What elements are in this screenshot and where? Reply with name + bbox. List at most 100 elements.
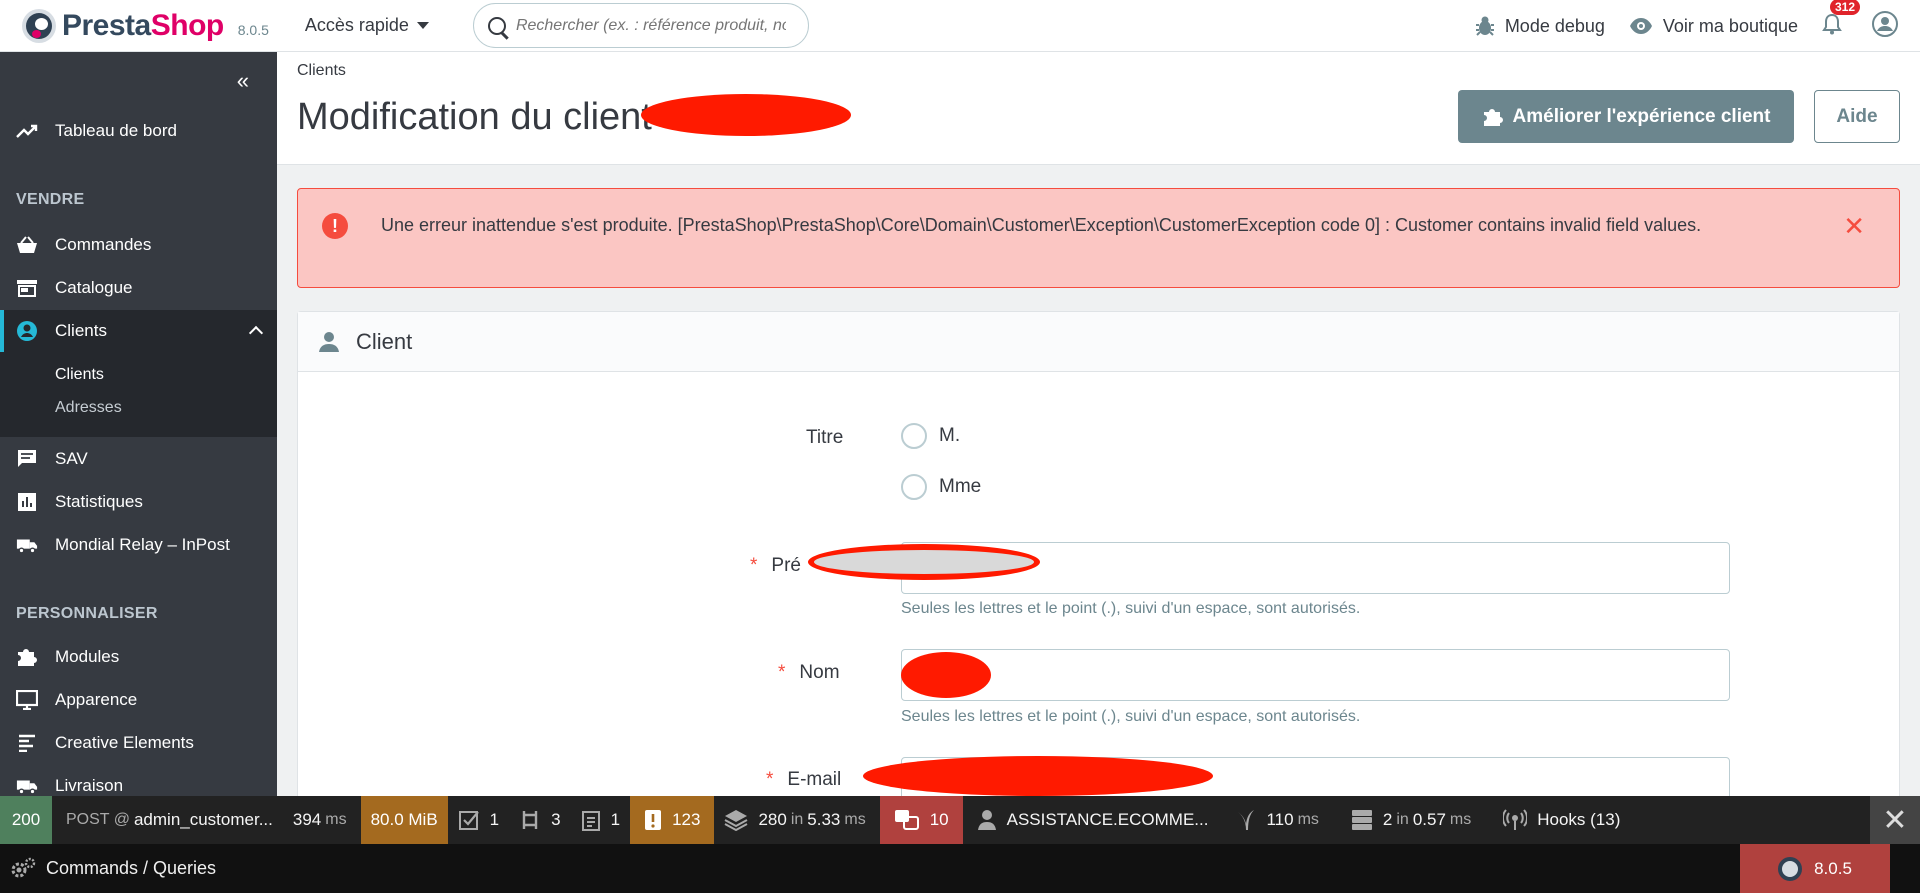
sidebar-item-appearance[interactable]: Apparence xyxy=(0,679,277,721)
translations-panel[interactable]: 10 xyxy=(879,796,963,844)
email-label: * E-mail xyxy=(766,769,842,790)
title-radio-mrs[interactable]: Mme xyxy=(901,474,981,500)
prestashop-puffin-icon xyxy=(22,8,56,43)
help-button[interactable]: Aide xyxy=(1814,90,1900,143)
puzzle-icon xyxy=(1483,108,1503,126)
account-icon xyxy=(1872,10,1898,37)
http-status-badge[interactable]: 200 xyxy=(0,796,52,844)
translation-icon xyxy=(894,810,919,830)
sidebar-item-orders[interactable]: Commandes xyxy=(0,224,277,266)
text-align-icon xyxy=(16,732,38,754)
error-icon: ! xyxy=(322,213,348,239)
clipboard-icon xyxy=(581,811,600,831)
sidebar: « Tableau de bord VENDRE Commandes Catal… xyxy=(0,52,277,796)
sidebar-item-mondial-relay[interactable]: Mondial Relay – InPost xyxy=(0,524,277,566)
sidebar-item-modules[interactable]: Modules xyxy=(0,636,277,678)
version-label: 8.0.5 xyxy=(237,21,269,38)
trending-up-icon xyxy=(16,120,38,142)
monitor-icon xyxy=(16,689,38,711)
broadcast-icon xyxy=(1503,809,1528,830)
firstname-label: * Pré xyxy=(750,555,801,576)
profile-button[interactable] xyxy=(1872,10,1898,42)
request-info[interactable]: POST @ admin_customer... xyxy=(52,796,283,844)
prestashop-logo[interactable]: PrestaShop 8.0.5 xyxy=(22,8,269,43)
firstname-help: Seules les lettres et le point (.), suiv… xyxy=(901,600,1361,617)
sidebar-item-shipping[interactable]: Livraison xyxy=(0,765,277,796)
twig-panel[interactable]: 110 ms xyxy=(1222,796,1336,844)
database-panel[interactable]: 280 in 5.33 ms xyxy=(714,796,879,844)
redaction-mark xyxy=(863,756,1213,796)
view-shop-link[interactable]: Voir ma boutique xyxy=(1629,16,1798,37)
page-header: Clients Modification du client Améliorer… xyxy=(277,52,1920,165)
customer-form-card: Client Titre M. Mme * Pré Seules les lett… xyxy=(297,311,1900,811)
twig-leaf-icon xyxy=(1238,810,1255,830)
chat-icon xyxy=(16,448,38,470)
logs-panel[interactable]: 1 xyxy=(571,796,630,844)
account-circle-icon xyxy=(16,320,38,342)
redaction-mark xyxy=(901,652,991,698)
title-radio-mr[interactable]: M. xyxy=(901,423,960,449)
shopping-basket-icon xyxy=(16,234,38,256)
event-flow-icon xyxy=(522,811,538,829)
chevron-up-icon xyxy=(248,325,264,341)
close-icon[interactable]: ✕ xyxy=(1843,211,1865,242)
request-time[interactable]: 394 ms xyxy=(283,796,361,844)
page-title: Modification du client xyxy=(297,96,652,138)
radio-circle[interactable] xyxy=(901,474,927,500)
breadcrumb[interactable]: Clients xyxy=(297,62,346,80)
deprecations-panel[interactable]: 123 xyxy=(630,796,715,844)
sidebar-subitem-addresses[interactable]: Adresses xyxy=(0,391,277,424)
sidebar-subitem-customers[interactable]: Clients xyxy=(0,358,277,391)
server-icon xyxy=(1351,810,1372,830)
debug-mode-link[interactable]: Mode debug xyxy=(1475,15,1605,37)
section-sell: VENDRE xyxy=(16,191,85,208)
sidebar-item-sav[interactable]: SAV xyxy=(0,438,277,480)
hooks-panel[interactable]: Hooks (13) xyxy=(1489,796,1634,844)
debug-mode-label: Mode debug xyxy=(1504,15,1605,36)
eye-icon xyxy=(1629,18,1652,34)
search-box[interactable] xyxy=(472,3,809,48)
cache-panel[interactable]: 2 in 0.57 ms xyxy=(1337,796,1489,844)
shipping-truck-icon xyxy=(16,775,38,796)
search-icon xyxy=(487,16,506,35)
title-label: Titre xyxy=(806,427,844,448)
forms-panel[interactable]: 1 xyxy=(448,796,509,844)
improve-experience-button[interactable]: Améliorer l'expérience client xyxy=(1458,90,1794,143)
store-icon xyxy=(16,277,38,299)
bug-icon xyxy=(1475,16,1494,36)
lastname-input[interactable]: z xyxy=(901,649,1730,701)
caret-down-icon xyxy=(416,22,429,29)
commands-queries-link[interactable]: Commands / Queries xyxy=(46,858,216,879)
warning-book-icon xyxy=(645,810,662,830)
search-input[interactable] xyxy=(515,16,786,35)
commands-queries-bar: Commands / Queries 8.0.5 xyxy=(0,844,1920,893)
notifications-button[interactable]: 312 xyxy=(1822,0,1861,40)
memory-usage[interactable]: 80.0 MiB xyxy=(360,796,448,844)
sidebar-item-customers[interactable]: Clients xyxy=(0,310,277,352)
prestashop-version-badge[interactable]: 8.0.5 xyxy=(1740,844,1890,893)
quick-access-label: Accès rapide xyxy=(304,15,409,35)
sidebar-item-dashboard[interactable]: Tableau de bord xyxy=(0,110,277,152)
radio-circle[interactable] xyxy=(901,423,927,449)
error-alert: ! Une erreur inattendue s'est produite. … xyxy=(297,188,1900,288)
view-shop-label: Voir ma boutique xyxy=(1662,15,1798,36)
quick-access-dropdown[interactable]: Accès rapide xyxy=(305,15,429,36)
person-icon xyxy=(319,331,339,352)
close-toolbar-icon[interactable]: ✕ xyxy=(1870,796,1920,844)
security-panel[interactable]: ASSISTANCE.ECOMME... xyxy=(963,796,1223,844)
sidebar-item-catalog[interactable]: Catalogue xyxy=(0,267,277,309)
events-panel[interactable]: 3 xyxy=(509,796,570,844)
bar-chart-icon xyxy=(16,491,38,513)
logo-text: PrestaShop xyxy=(62,8,224,42)
lastname-help: Seules les lettres et le point (.), suiv… xyxy=(901,708,1361,725)
section-customize: PERSONNALISER xyxy=(16,605,158,622)
truck-icon xyxy=(16,534,38,556)
lastname-label: * Nom xyxy=(778,662,840,683)
bell-icon xyxy=(1822,13,1842,34)
prestashop-puffin-icon xyxy=(1778,856,1803,881)
sidebar-item-creative-elements[interactable]: Creative Elements xyxy=(0,722,277,764)
collapse-sidebar-icon[interactable]: « xyxy=(237,68,249,94)
top-header: PrestaShop 8.0.5 Accès rapide Mode debug… xyxy=(0,0,1920,52)
sidebar-item-stats[interactable]: Statistiques xyxy=(0,481,277,523)
card-header: Client xyxy=(298,312,1899,372)
